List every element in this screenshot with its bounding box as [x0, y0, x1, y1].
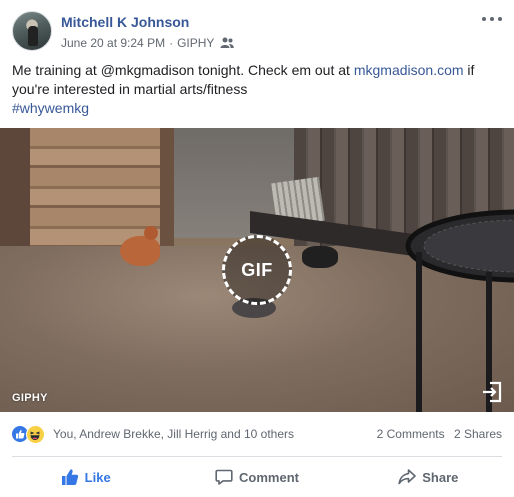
- gif-play-badge[interactable]: GIF: [222, 235, 292, 305]
- thumbs-up-icon: [61, 468, 79, 486]
- like-label: Like: [84, 469, 111, 485]
- feed-post: Mitchell K Johnson June 20 at 9:24 PM · …: [0, 0, 514, 497]
- media-scene-post: [160, 128, 174, 246]
- comment-button[interactable]: Comment: [171, 457, 342, 497]
- author-name[interactable]: Mitchell K Johnson: [61, 14, 189, 30]
- like-button[interactable]: Like: [0, 457, 171, 497]
- meta-separator: ·: [169, 36, 174, 50]
- reaction-icons[interactable]: [11, 425, 51, 445]
- post-meta: June 20 at 9:24 PM · GIPHY: [61, 36, 235, 50]
- comment-label: Comment: [239, 469, 299, 485]
- expand-icon[interactable]: [481, 381, 503, 403]
- comment-icon: [215, 468, 233, 486]
- media-scene-chicken: [120, 226, 160, 266]
- hashtag-link[interactable]: #whywemkg: [12, 100, 89, 116]
- post-via: GIPHY: [177, 36, 215, 50]
- post-header: Mitchell K Johnson June 20 at 9:24 PM · …: [0, 0, 514, 58]
- post-text-part1: Me training at @mkgmadison tonight. Chec…: [12, 62, 354, 78]
- shares-count[interactable]: 2 Shares: [454, 427, 502, 441]
- giphy-label[interactable]: GIPHY: [12, 392, 48, 404]
- avatar[interactable]: [12, 11, 52, 51]
- share-button[interactable]: Share: [343, 457, 514, 497]
- reactions-bar: You, Andrew Brekke, Jill Herrig and 10 o…: [0, 412, 514, 456]
- more-options-icon[interactable]: [482, 12, 502, 26]
- haha-icon: [26, 425, 45, 444]
- share-icon: [398, 468, 417, 486]
- gif-media[interactable]: GIF GIPHY: [0, 128, 514, 412]
- share-label: Share: [422, 469, 459, 485]
- reaction-names[interactable]: You, Andrew Brekke, Jill Herrig and 10 o…: [53, 427, 294, 441]
- post-timestamp[interactable]: June 20 at 9:24 PM: [61, 36, 165, 50]
- post-link[interactable]: mkgmadison.com: [354, 62, 464, 78]
- engagement-counts: 2 Comments 2 Shares: [371, 427, 502, 441]
- media-scene-cat: [302, 246, 338, 268]
- post-text: Me training at @mkgmadison tonight. Chec…: [12, 61, 502, 118]
- post-actions: Like Comment Share: [0, 457, 514, 497]
- comments-count[interactable]: 2 Comments: [377, 427, 445, 441]
- friends-icon[interactable]: [220, 37, 235, 49]
